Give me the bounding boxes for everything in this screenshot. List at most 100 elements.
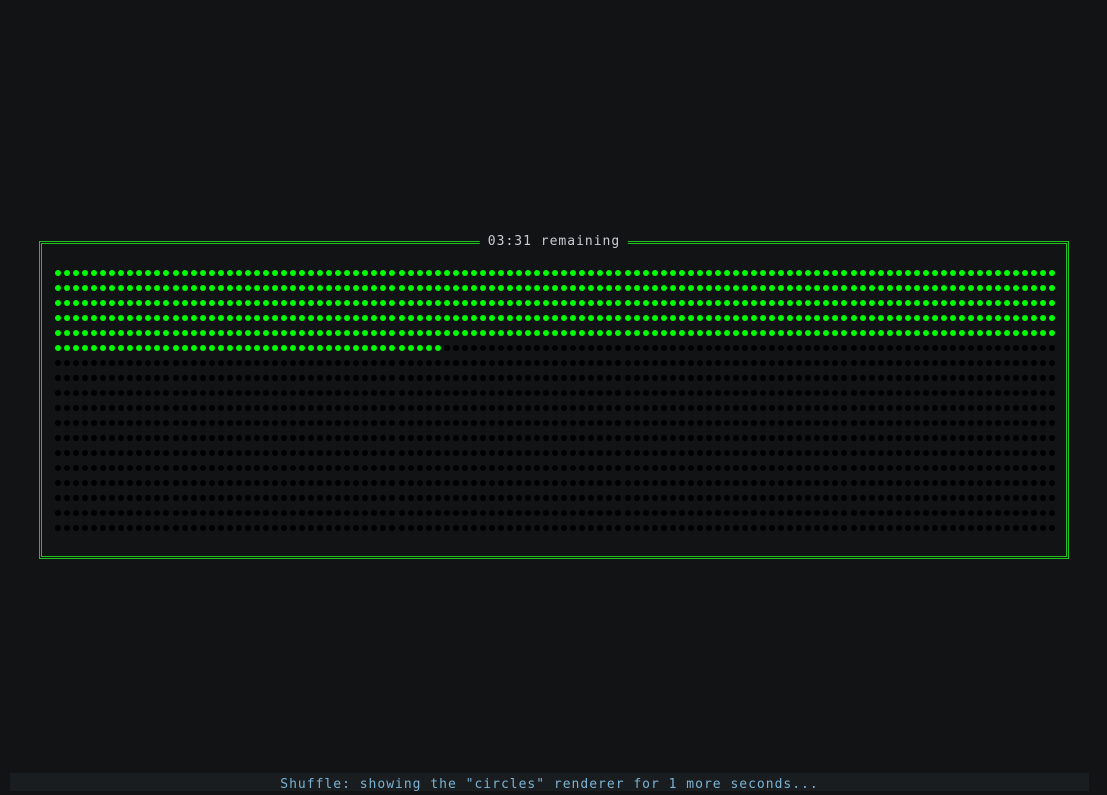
- progress-dot-empty: [570, 405, 577, 411]
- progress-dot-filled: [687, 300, 694, 306]
- progress-dot-empty: [181, 525, 188, 531]
- progress-dot-empty: [326, 390, 333, 396]
- progress-dot-empty: [796, 420, 803, 426]
- progress-dot-empty: [488, 345, 495, 351]
- progress-dot-empty: [407, 510, 414, 516]
- progress-dot-empty: [597, 375, 604, 381]
- progress-dot-empty: [850, 465, 857, 471]
- progress-dot-empty: [55, 435, 61, 441]
- progress-dot-empty: [868, 480, 875, 486]
- progress-dot-filled: [669, 300, 676, 306]
- progress-dot-empty: [461, 375, 468, 381]
- progress-dot-empty: [588, 420, 595, 426]
- progress-dot-filled: [208, 345, 215, 351]
- progress-dot-empty: [633, 360, 640, 366]
- progress-dot-empty: [787, 510, 794, 516]
- progress-dot-empty: [362, 525, 369, 531]
- progress-dot-filled: [705, 315, 712, 321]
- progress-dot-empty: [362, 405, 369, 411]
- progress-dot-empty: [642, 345, 649, 351]
- progress-dot-empty: [733, 375, 739, 381]
- progress-dot-empty: [588, 525, 595, 531]
- progress-dot-filled: [461, 285, 468, 291]
- progress-dot-empty: [606, 450, 613, 456]
- progress-dot-empty: [344, 495, 351, 501]
- progress-dot-empty: [416, 390, 423, 396]
- progress-dot-filled: [118, 270, 125, 276]
- progress-dot-filled: [588, 300, 595, 306]
- progress-dot-empty: [742, 450, 749, 456]
- progress-dot-empty: [425, 495, 432, 501]
- progress-dot-filled: [416, 285, 423, 291]
- progress-dot-filled: [606, 330, 613, 336]
- progress-dot-empty: [425, 390, 432, 396]
- progress-dot-empty: [561, 435, 568, 441]
- progress-dot-empty: [371, 360, 378, 366]
- progress-dot-empty: [118, 495, 125, 501]
- progress-dot-empty: [651, 375, 658, 381]
- progress-dot-filled: [226, 315, 233, 321]
- progress-dot-filled: [380, 345, 387, 351]
- progress-dot-empty: [326, 510, 333, 516]
- progress-dot-empty: [127, 510, 134, 516]
- progress-dot-empty: [64, 420, 71, 426]
- progress-dot-empty: [841, 435, 848, 441]
- progress-dot-empty: [796, 450, 803, 456]
- progress-dot-empty: [497, 390, 504, 396]
- progress-dot-empty: [579, 480, 586, 486]
- progress-dot-filled: [913, 300, 920, 306]
- progress-dot-filled: [362, 300, 369, 306]
- progress-dot-empty: [118, 480, 125, 486]
- progress-dot-empty: [687, 525, 694, 531]
- progress-dot-filled: [308, 315, 315, 321]
- progress-dot-empty: [281, 420, 287, 426]
- progress-dot-empty: [1022, 525, 1029, 531]
- progress-dot-empty: [55, 525, 61, 531]
- progress-dot-empty: [859, 390, 866, 396]
- progress-dot-empty: [1004, 405, 1011, 411]
- progress-dot-filled: [949, 300, 956, 306]
- progress-dot-filled: [986, 300, 993, 306]
- progress-dot-empty: [940, 465, 947, 471]
- progress-dot-empty: [461, 510, 468, 516]
- progress-dot-empty: [488, 420, 495, 426]
- progress-dot-empty: [344, 405, 351, 411]
- progress-dot-filled: [362, 270, 369, 276]
- progress-dot-filled: [922, 300, 929, 306]
- progress-dot-empty: [552, 480, 559, 486]
- progress-dot-empty: [968, 480, 975, 486]
- progress-dot-empty: [959, 420, 965, 426]
- progress-dot-empty: [64, 375, 71, 381]
- progress-dot-empty: [778, 465, 785, 471]
- progress-dot-empty: [389, 525, 396, 531]
- progress-dot-filled: [262, 330, 269, 336]
- progress-dot-filled: [226, 285, 233, 291]
- progress-dot-empty: [986, 390, 993, 396]
- progress-dot-empty: [859, 510, 866, 516]
- progress-dot-empty: [434, 525, 441, 531]
- progress-dot-empty: [669, 495, 676, 501]
- progress-dot-empty: [109, 480, 116, 486]
- progress-dot-filled: [262, 345, 269, 351]
- progress-dot-empty: [841, 510, 848, 516]
- progress-dot-empty: [651, 480, 658, 486]
- progress-dot-empty: [723, 345, 730, 351]
- progress-dot-empty: [669, 450, 676, 456]
- progress-dot-empty: [669, 360, 676, 366]
- progress-dot-filled: [461, 270, 468, 276]
- progress-dot-empty: [163, 435, 170, 441]
- progress-dot-empty: [534, 510, 541, 516]
- progress-dot-empty: [606, 375, 613, 381]
- progress-dot-empty: [633, 450, 640, 456]
- progress-dot-filled: [398, 285, 405, 291]
- progress-dot-empty: [190, 375, 197, 381]
- progress-dot-filled: [986, 270, 993, 276]
- progress-dot-empty: [787, 390, 794, 396]
- progress-dot-empty: [335, 435, 342, 441]
- progress-dot-empty: [136, 465, 143, 471]
- progress-dot-empty: [91, 525, 98, 531]
- progress-dot-empty: [624, 375, 631, 381]
- progress-dot-empty: [1040, 510, 1047, 516]
- progress-dot-filled: [859, 330, 866, 336]
- progress-dot-filled: [172, 345, 179, 351]
